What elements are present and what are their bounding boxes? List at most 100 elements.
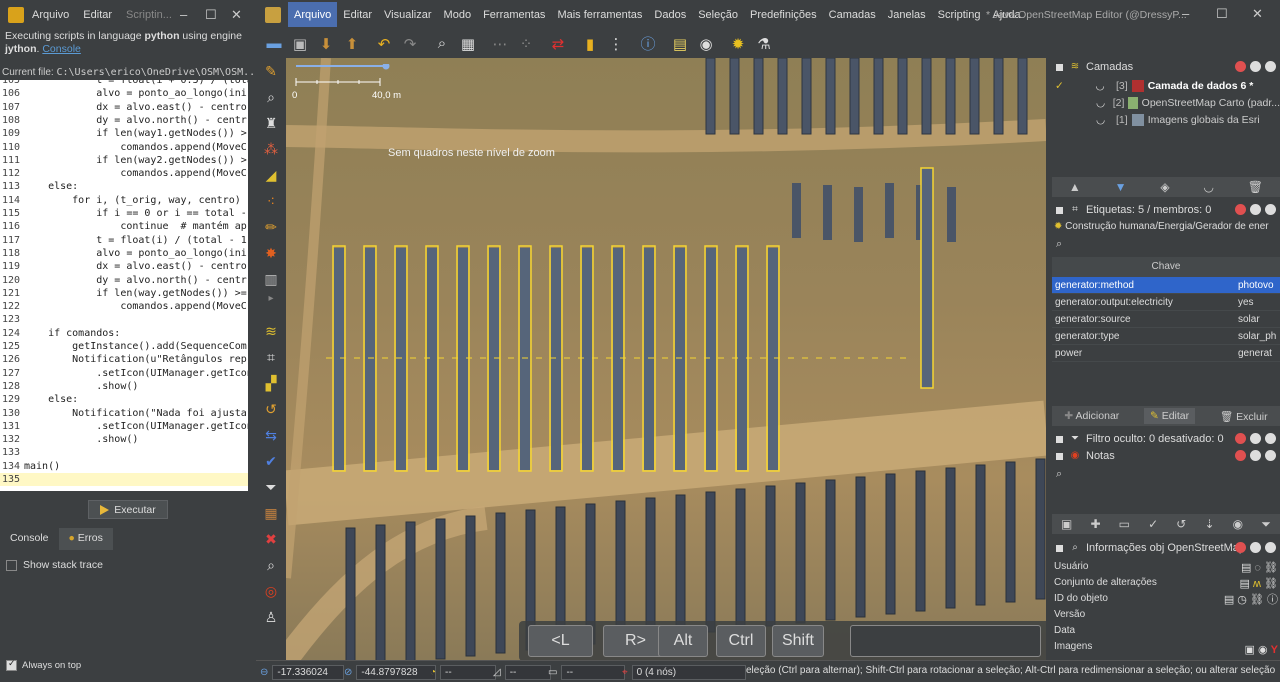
always-on-top[interactable]: Always on top (6, 658, 81, 671)
selected-panel[interactable] (920, 167, 934, 389)
undo-icon[interactable]: ↶ (372, 32, 396, 56)
delete-tag-button[interactable]: 🗑 Excluir (1220, 410, 1268, 423)
ruler-icon[interactable]: ⋮ (604, 32, 628, 56)
code-line[interactable]: 112 comandos.append(MoveC (0, 167, 248, 180)
code-line[interactable]: 132 .show() (0, 433, 248, 446)
combine-way-icon[interactable]: ⁘ (514, 32, 538, 56)
code-line[interactable]: 106 alvo = ponto_ao_longo(ini (0, 87, 248, 100)
improve-way-icon[interactable]: ⁖ (258, 188, 284, 214)
code-line[interactable]: 134 main() (0, 460, 248, 473)
info-panel-header[interactable]: ⌕ Informações obj OpenStreetMap (1052, 539, 1280, 557)
code-line[interactable]: 126 Notification(u"Retângulos rep (0, 353, 248, 366)
dock-icon[interactable] (1250, 450, 1261, 461)
note-comment-icon[interactable]: ▭ (1119, 517, 1130, 531)
menu-scripting[interactable]: Scriptin... (126, 9, 172, 21)
map-toggle-icon[interactable]: ▞ (258, 370, 284, 396)
dock-icon[interactable] (1250, 61, 1261, 72)
minimize-icon[interactable]: – (1182, 6, 1189, 21)
map-view[interactable]: 0 40,0 m Sem quadros neste nível de zoom… (286, 58, 1046, 660)
imagery-info-icon[interactable]: ◉ (1258, 644, 1268, 656)
code-line[interactable]: 124 if comandos: (0, 327, 248, 340)
measure-tool-icon[interactable]: ◢ (258, 162, 284, 188)
code-line[interactable]: 123 (0, 313, 248, 326)
panel-toggle-icon[interactable] (1056, 435, 1063, 443)
search-toggle-icon[interactable]: ⌕ (258, 552, 284, 578)
package-toggle-icon[interactable]: ▦ (258, 500, 284, 526)
menu-selecao[interactable]: Seleção (692, 2, 744, 27)
visibility-icon[interactable]: ◡ (1096, 114, 1110, 126)
layers-toggle-icon[interactable]: ≋ (258, 318, 284, 344)
code-line[interactable]: 113 else: (0, 180, 248, 193)
download-icon[interactable]: ⬇ (314, 32, 338, 56)
layer-item-osm-carto[interactable]: ◡ [2] OpenStreetMap Carto (padr... (1052, 94, 1280, 111)
chat-icon[interactable]: ◉ (694, 32, 718, 56)
panel-toggle-icon[interactable] (1056, 63, 1063, 71)
help-icon[interactable] (1235, 61, 1246, 72)
conflict-toggle-icon[interactable]: ✖ (258, 526, 284, 552)
panel-toggle-icon[interactable] (1056, 544, 1063, 552)
code-line[interactable]: 108 dy = alvo.north() - centr (0, 114, 248, 127)
tag-row[interactable]: generator:output:electricity yes (1052, 294, 1280, 311)
tab-console[interactable]: Console (0, 528, 59, 550)
code-line[interactable]: 128 .show() (0, 380, 248, 393)
code-line[interactable]: 130 Notification("Nada foi ajusta (0, 407, 248, 420)
imagery-settings-icon[interactable]: ▣ (1245, 644, 1255, 656)
code-line[interactable]: 115 if i == 0 or i == total - (0, 207, 248, 220)
zoom-icon[interactable]: ⌕ (430, 32, 454, 56)
code-line[interactable]: 117 t = float(i) / (total - 1 (0, 234, 248, 247)
pencil-tool-icon[interactable]: ✏ (258, 214, 284, 240)
help-icon[interactable] (1235, 433, 1246, 444)
tag-row[interactable]: generator:source solar (1052, 311, 1280, 328)
note-new-icon[interactable]: ✚ (1091, 517, 1101, 531)
code-line[interactable]: 122 comandos.append(MoveC (0, 300, 248, 313)
code-line[interactable]: 127 .setIcon(UIManager.getIcon("O (0, 367, 248, 380)
close-icon[interactable]: ✕ (231, 7, 242, 23)
tag-row[interactable]: power generat (1052, 345, 1280, 362)
close-panel-icon[interactable] (1265, 61, 1276, 72)
plugin-icon[interactable]: ✹ (726, 32, 750, 56)
dock-icon[interactable] (1250, 433, 1261, 444)
help-icon[interactable] (1235, 542, 1246, 553)
zoom-tool-icon[interactable]: ⌕ (258, 84, 284, 110)
maximize-icon[interactable]: ☐ (205, 7, 217, 23)
code-line[interactable]: 129 else: (0, 393, 248, 406)
code-line[interactable]: 118 alvo = ponto_ao_longo(ini (0, 247, 248, 260)
layer-item-data[interactable]: ✓ ◡ [3] Camada de dados 6 * (1052, 77, 1280, 94)
menu-camadas[interactable]: Camadas (823, 2, 882, 27)
close-panel-icon[interactable] (1265, 542, 1276, 553)
user-toggle-icon[interactable]: ♙ (258, 604, 284, 630)
preferences-icon[interactable]: ▦ (456, 32, 480, 56)
building-tool-icon[interactable]: ▥ (258, 266, 284, 292)
save-icon[interactable]: ▣ (288, 32, 312, 56)
notes-search-icon[interactable]: ⌕ (1056, 468, 1062, 481)
dock-icon[interactable] (1250, 542, 1261, 553)
code-line[interactable]: 125 getInstance().add(SequenceCom (0, 340, 248, 353)
menu-modo[interactable]: Modo (438, 2, 478, 27)
tags-toggle-icon[interactable]: ⌗ (258, 344, 284, 370)
reverse-way-icon[interactable]: ⇄ (546, 32, 570, 56)
code-line[interactable]: 109 if len(way1.getNodes()) > (0, 127, 248, 140)
note-upload-icon[interactable]: ◉ (1233, 517, 1243, 531)
always-on-top-checkbox[interactable] (6, 658, 17, 671)
code-line[interactable]: 121 if len(way.getNodes()) >= (0, 287, 248, 300)
redo-icon[interactable]: ↷ (398, 32, 422, 56)
code-line[interactable]: 114 for i, (t_orig, way, centro) (0, 194, 248, 207)
move-down-icon[interactable]: ▼ (1115, 180, 1127, 194)
visibility-icon[interactable]: ◡ (1096, 97, 1107, 109)
close-icon[interactable]: ✕ (1252, 6, 1263, 22)
show-stack-trace[interactable]: Show stack trace (6, 559, 103, 571)
code-editor[interactable]: 105 t = float(i + 0.5) / (total 106 alvo … (0, 80, 248, 491)
menu-scripting[interactable]: Scripting (932, 2, 987, 27)
more-tools-icon[interactable]: ▸ (258, 292, 284, 304)
visibility-icon[interactable]: ◡ (1096, 80, 1110, 92)
show-icon[interactable]: ◡ (1203, 180, 1213, 194)
copy-icon[interactable]: ▤ (1240, 578, 1250, 590)
code-line[interactable]: 116 continue # mantém ap (0, 220, 248, 233)
panel-toggle-icon[interactable] (1056, 452, 1063, 460)
parallel-tool-icon[interactable]: ✸ (258, 240, 284, 266)
open-icon[interactable]: ▬ (262, 32, 286, 56)
tags-table-header[interactable]: Chave (1052, 257, 1280, 277)
delete-layer-icon[interactable]: 🗑 (1248, 180, 1263, 194)
menu-editar[interactable]: Editar (337, 2, 378, 27)
code-line[interactable]: 133 (0, 446, 248, 459)
